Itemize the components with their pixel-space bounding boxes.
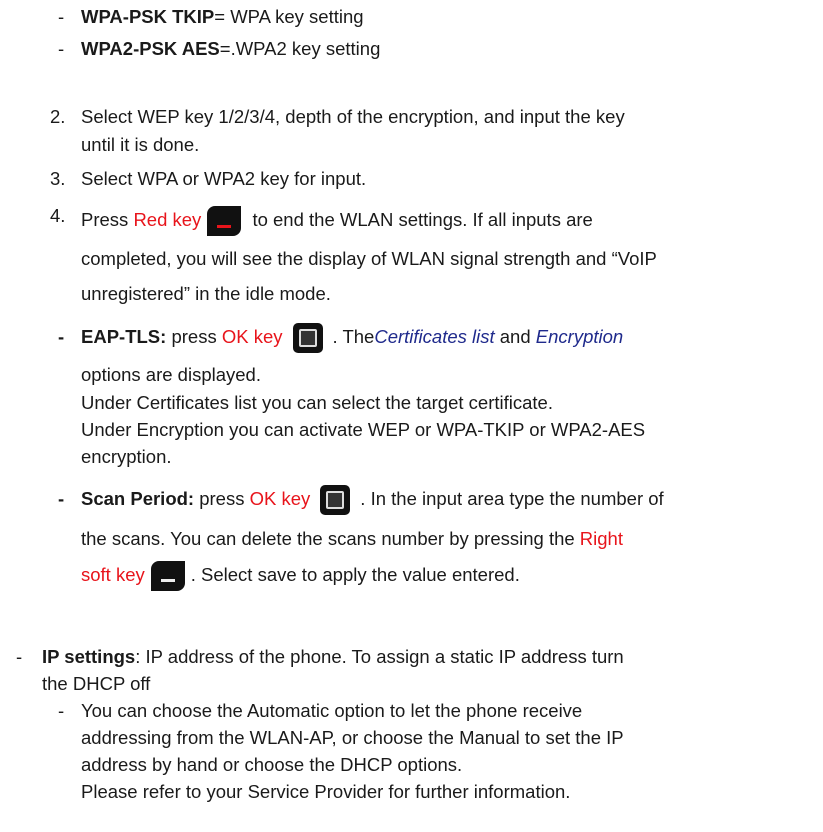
- wpa-psk-line: WPA-PSK TKIP= WPA key setting: [81, 6, 364, 28]
- ip-settings-line1: IP settings: IP address of the phone. To…: [42, 646, 624, 668]
- ip-settings-label: IP settings: [42, 646, 136, 667]
- eap-the: . The: [332, 326, 375, 347]
- scan-post: . In the input area type the number of: [360, 488, 664, 509]
- step-3-line1: Select WPA or WPA2 key for input.: [81, 168, 367, 189]
- soft-key-text: soft key: [81, 564, 145, 585]
- step-2-number: 2.: [50, 106, 66, 127]
- scan-period-label: Scan Period:: [81, 488, 195, 509]
- step-4-post: to end the WLAN settings. If all inputs …: [247, 209, 593, 230]
- scan-pre: press: [194, 488, 250, 509]
- ip-sub-line4: Please refer to your Service Provider fo…: [81, 781, 571, 802]
- wpa-psk-text: = WPA key setting: [214, 6, 364, 27]
- ip-settings-line2: the DHCP off: [42, 673, 151, 694]
- step-2-line1: Select WEP key 1/2/3/4, depth of the enc…: [81, 106, 625, 127]
- wpa-psk-label: WPA-PSK TKIP: [81, 6, 215, 27]
- eap-tls-line1: EAP-TLS: press OK key . TheCertificates l…: [81, 322, 624, 354]
- ip-sub-line3: address by hand or choose the DHCP optio…: [81, 754, 463, 775]
- ok-key-text: OK key: [221, 326, 283, 347]
- eap-tls-line3: Under Certificates list you can select t…: [81, 392, 553, 413]
- scan-period-line2: the scans. You can delete the scans numb…: [81, 528, 623, 550]
- scan-period-line3: soft key . Select save to apply the value…: [81, 560, 520, 592]
- bullet-dash: -: [58, 700, 65, 721]
- step-4-pre: Press: [81, 209, 134, 230]
- bullet-dash: -: [16, 646, 23, 667]
- bullet-dash: -: [58, 38, 65, 59]
- encryption-text: Encryption: [535, 326, 624, 347]
- wpa2-psk-label: WPA2-PSK AES: [81, 38, 220, 59]
- bullet-dash: -: [58, 326, 65, 347]
- eap-and: and: [494, 326, 536, 347]
- eap-tls-line5: encryption.: [81, 446, 172, 467]
- wpa2-psk-text: =.WPA2 key setting: [219, 38, 381, 59]
- eap-tls-line4: Under Encryption you can activate WEP or…: [81, 419, 646, 440]
- scan-line3-text: . Select save to apply the value entered…: [190, 564, 520, 585]
- step-4-line3: unregistered” in the idle mode.: [81, 283, 331, 304]
- ok-key-icon: [292, 323, 323, 354]
- step-2-line2: until it is done.: [81, 134, 200, 155]
- red-key-text: Red key: [133, 209, 202, 230]
- red-key-icon: [207, 206, 242, 237]
- bullet-dash: -: [58, 488, 65, 509]
- ip-sub-line1: You can choose the Automatic option to l…: [81, 700, 583, 721]
- eap-tls-label: EAP-TLS:: [81, 326, 167, 347]
- scan-period-line1: Scan Period: press OK key . In the input …: [81, 484, 664, 516]
- step-4-line1: Press Red key to end the WLAN settings. …: [81, 205, 593, 237]
- ip-settings-text: : IP address of the phone. To assign a s…: [135, 646, 624, 667]
- right-text: Right: [579, 528, 623, 549]
- ok-key-text: OK key: [249, 488, 311, 509]
- wpa2-psk-line: WPA2-PSK AES=.WPA2 key setting: [81, 38, 380, 60]
- ok-key-icon: [320, 485, 351, 516]
- ip-sub-line2: addressing from the WLAN-AP, or choose t…: [81, 727, 624, 748]
- bullet-dash: -: [58, 6, 65, 27]
- eap-pre: press: [166, 326, 222, 347]
- eap-tls-line2: options are displayed.: [81, 364, 261, 385]
- step-3-number: 3.: [50, 168, 66, 189]
- certificates-list-text: Certificates list: [374, 326, 495, 347]
- scan-line2-text: the scans. You can delete the scans numb…: [81, 528, 580, 549]
- step-4-number: 4.: [50, 205, 66, 226]
- right-soft-key-icon: [150, 561, 185, 592]
- step-4-line2: completed, you will see the display of W…: [81, 248, 657, 269]
